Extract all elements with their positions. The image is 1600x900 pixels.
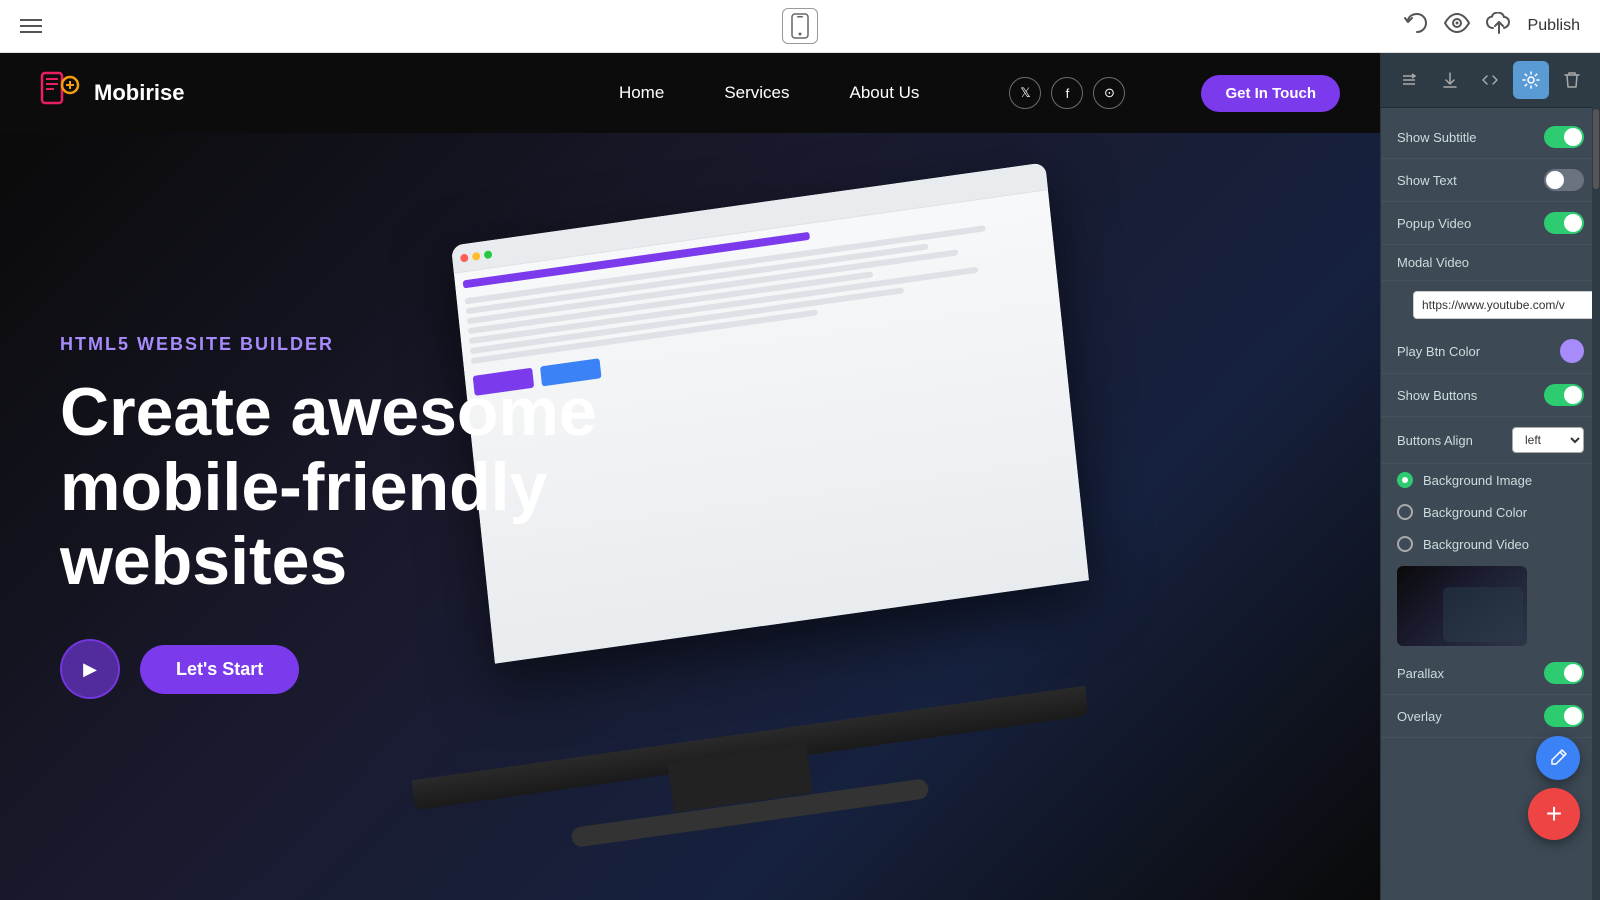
hero-subtitle: HTML5 WEBSITE BUILDER	[60, 334, 760, 355]
nav-services[interactable]: Services	[724, 83, 789, 103]
hero-section: HTML5 WEBSITE BUILDER Create awesome mob…	[0, 133, 1380, 900]
hero-title-line1: Create awesome	[60, 374, 597, 450]
modal-video-input[interactable]	[1413, 291, 1600, 319]
overlay-toggle[interactable]	[1544, 705, 1584, 727]
preview-navbar: Mobirise Home Services About Us 𝕏 f ⊙ Ge…	[0, 53, 1380, 133]
popup-video-toggle[interactable]	[1544, 212, 1584, 234]
panel-scrollbar-thumb	[1593, 109, 1599, 189]
bg-image-radio[interactable]	[1397, 472, 1413, 488]
fab-add-button[interactable]: +	[1528, 788, 1580, 840]
top-toolbar: Publish	[0, 0, 1600, 53]
panel-settings-button[interactable]	[1513, 61, 1550, 99]
show-buttons-toggle[interactable]	[1544, 384, 1584, 406]
hero-buttons: ▶ Let's Start	[60, 639, 760, 699]
phone-icon	[791, 13, 809, 39]
bg-video-radio[interactable]	[1397, 536, 1413, 552]
show-subtitle-label: Show Subtitle	[1397, 130, 1477, 145]
bg-image-label: Background Image	[1423, 473, 1532, 488]
fab-edit-button[interactable]	[1536, 736, 1580, 780]
instagram-icon[interactable]: ⊙	[1093, 77, 1125, 109]
bg-video-row: Background Video	[1381, 528, 1600, 560]
buttons-align-row: Buttons Align left center right	[1381, 417, 1600, 464]
nav-social: 𝕏 f ⊙	[1009, 77, 1125, 109]
get-in-touch-button[interactable]: Get In Touch	[1201, 75, 1340, 112]
main-area: Mobirise Home Services About Us 𝕏 f ⊙ Ge…	[0, 53, 1600, 900]
overlay-label: Overlay	[1397, 709, 1442, 724]
show-buttons-row: Show Buttons	[1381, 374, 1600, 417]
brand-logo: Mobirise	[40, 71, 184, 115]
popup-video-row: Popup Video	[1381, 202, 1600, 245]
show-text-label: Show Text	[1397, 173, 1457, 188]
show-buttons-label: Show Buttons	[1397, 388, 1477, 403]
overlay-row: Overlay	[1381, 695, 1600, 738]
nav-about[interactable]: About Us	[850, 83, 920, 103]
play-button[interactable]: ▶	[60, 639, 120, 699]
panel-code-button[interactable]	[1472, 61, 1509, 99]
show-text-row: Show Text	[1381, 159, 1600, 202]
twitter-icon[interactable]: 𝕏	[1009, 77, 1041, 109]
bg-color-label: Background Color	[1423, 505, 1527, 520]
toolbar-right: Publish	[1404, 12, 1580, 40]
popup-video-label: Popup Video	[1397, 216, 1471, 231]
panel-toolbar	[1381, 53, 1600, 108]
buttons-align-label: Buttons Align	[1397, 433, 1473, 448]
undo-icon[interactable]	[1404, 13, 1428, 39]
panel-download-button[interactable]	[1432, 61, 1469, 99]
toolbar-left	[20, 19, 42, 33]
panel-delete-button[interactable]	[1553, 61, 1590, 99]
hero-content: HTML5 WEBSITE BUILDER Create awesome mob…	[60, 334, 760, 699]
publish-label: Publish	[1528, 17, 1580, 35]
upload-icon[interactable]	[1486, 12, 1512, 40]
panel-arrange-button[interactable]	[1391, 61, 1428, 99]
modal-video-label: Modal Video	[1397, 255, 1469, 270]
lets-start-button[interactable]: Let's Start	[140, 645, 299, 694]
brand-icon	[40, 71, 84, 115]
hero-title-line2: mobile-friendly websites	[60, 449, 547, 600]
mobile-view-toggle[interactable]	[782, 8, 818, 44]
parallax-label: Parallax	[1397, 666, 1444, 681]
publish-button[interactable]: Publish	[1528, 17, 1580, 35]
panel-settings-content: Show Subtitle Show Text Popup Video	[1381, 108, 1600, 900]
toolbar-center	[782, 8, 818, 44]
bg-thumbnail-laptop-icon	[1443, 587, 1523, 642]
facebook-icon[interactable]: f	[1051, 77, 1083, 109]
hero-title: Create awesome mobile-friendly websites	[60, 375, 760, 599]
bg-video-label: Background Video	[1423, 537, 1529, 552]
nav-links: Home Services About Us 𝕏 f ⊙ Get In Touc…	[619, 75, 1340, 112]
show-subtitle-toggle[interactable]	[1544, 126, 1584, 148]
play-btn-color-picker[interactable]	[1560, 339, 1584, 363]
website-preview: Mobirise Home Services About Us 𝕏 f ⊙ Ge…	[0, 53, 1380, 900]
preview-icon[interactable]	[1444, 13, 1470, 39]
parallax-toggle[interactable]	[1544, 662, 1584, 684]
panel-scrollbar[interactable]	[1592, 99, 1600, 900]
show-text-toggle[interactable]	[1544, 169, 1584, 191]
bg-thumbnail[interactable]	[1397, 566, 1527, 646]
bg-image-row: Background Image	[1381, 464, 1600, 496]
hamburger-icon[interactable]	[20, 19, 42, 33]
play-btn-color-row: Play Btn Color	[1381, 329, 1600, 374]
buttons-align-select[interactable]: left center right	[1512, 427, 1584, 453]
bg-color-row: Background Color	[1381, 496, 1600, 528]
modal-video-row: Modal Video	[1381, 245, 1600, 281]
play-btn-color-label: Play Btn Color	[1397, 344, 1480, 359]
nav-home[interactable]: Home	[619, 83, 664, 103]
parallax-row: Parallax	[1381, 652, 1600, 695]
bg-color-radio[interactable]	[1397, 504, 1413, 520]
show-subtitle-row: Show Subtitle	[1381, 116, 1600, 159]
brand-name: Mobirise	[94, 80, 184, 106]
modal-video-input-row	[1381, 281, 1600, 329]
